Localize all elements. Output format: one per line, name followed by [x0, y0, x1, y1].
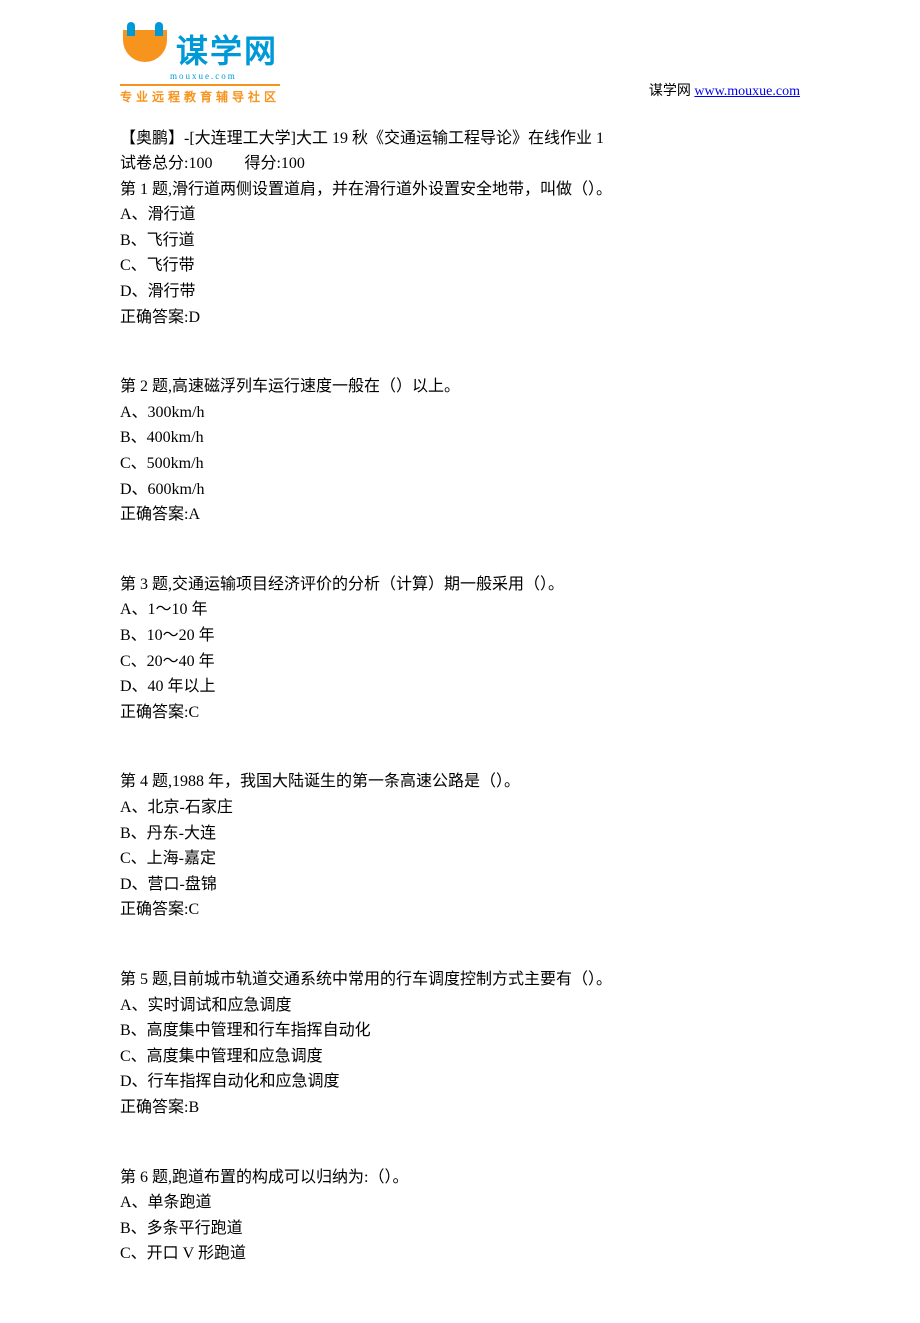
question-answer: 正确答案:B: [120, 1095, 800, 1121]
question-option: B、多条平行跑道: [120, 1216, 800, 1242]
question-stem: 第 6 题,跑道布置的构成可以归纳为:（）。: [120, 1165, 800, 1191]
question-option: C、飞行带: [120, 253, 800, 279]
question-option: D、行车指挥自动化和应急调度: [120, 1069, 800, 1095]
question-block: 第 4 题,1988 年，我国大陆诞生的第一条高速公路是（）。A、北京-石家庄B…: [120, 769, 800, 923]
site-link[interactable]: www.mouxue.com: [694, 84, 800, 99]
logo-top: 谋学网: [120, 30, 278, 72]
site-logo: 谋学网 mouxue.com 专业远程教育辅导社区: [120, 30, 280, 106]
question-option: D、600km/h: [120, 477, 800, 503]
question-option: B、高度集中管理和行车指挥自动化: [120, 1018, 800, 1044]
question-block: 第 1 题,滑行道两侧设置道肩，并在滑行道外设置安全地带，叫做（）。A、滑行道B…: [120, 177, 800, 331]
question-answer: 正确答案:C: [120, 700, 800, 726]
question-stem: 第 4 题,1988 年，我国大陆诞生的第一条高速公路是（）。: [120, 769, 800, 795]
site-link-label: 谋学网: [649, 84, 695, 99]
question-option: A、单条跑道: [120, 1190, 800, 1216]
book-icon: [120, 30, 170, 72]
question-option: D、营口-盘锦: [120, 872, 800, 898]
question-option: D、40 年以上: [120, 674, 800, 700]
question-option: C、500km/h: [120, 451, 800, 477]
question-stem: 第 2 题,高速磁浮列车运行速度一般在（）以上。: [120, 374, 800, 400]
question-option: A、300km/h: [120, 400, 800, 426]
score-line: 试卷总分:100 得分:100: [120, 151, 800, 177]
question-option: B、飞行道: [120, 228, 800, 254]
document-content: 【奥鹏】-[大连理工大学]大工 19 秋《交通运输工程导论》在线作业 1 试卷总…: [120, 126, 800, 1267]
question-option: C、开口 V 形跑道: [120, 1241, 800, 1267]
question-option: A、滑行道: [120, 202, 800, 228]
question-option: C、上海-嘉定: [120, 846, 800, 872]
logo-english-text: mouxue.com: [170, 70, 237, 84]
page-header: 谋学网 mouxue.com 专业远程教育辅导社区 谋学网 www.mouxue…: [120, 30, 800, 106]
question-option: B、10～20 年: [120, 623, 800, 649]
question-block: 第 6 题,跑道布置的构成可以归纳为:（）。A、单条跑道B、多条平行跑道C、开口…: [120, 1165, 800, 1267]
question-option: B、400km/h: [120, 425, 800, 451]
question-answer: 正确答案:D: [120, 305, 800, 331]
question-option: A、1～10 年: [120, 597, 800, 623]
question-stem: 第 3 题,交通运输项目经济评价的分析（计算）期一般采用（）。: [120, 572, 800, 598]
exam-title: 【奥鹏】-[大连理工大学]大工 19 秋《交通运输工程导论》在线作业 1: [120, 126, 800, 152]
question-answer: 正确答案:A: [120, 502, 800, 528]
logo-tagline: 专业远程教育辅导社区: [120, 84, 280, 106]
question-option: A、实时调试和应急调度: [120, 993, 800, 1019]
site-link-wrap: 谋学网 www.mouxue.com: [649, 81, 800, 106]
logo-chinese-text: 谋学网: [176, 35, 278, 67]
question-option: B、丹东-大连: [120, 821, 800, 847]
question-option: C、20～40 年: [120, 649, 800, 675]
question-stem: 第 1 题,滑行道两侧设置道肩，并在滑行道外设置安全地带，叫做（）。: [120, 177, 800, 203]
question-option: C、高度集中管理和应急调度: [120, 1044, 800, 1070]
question-answer: 正确答案:C: [120, 897, 800, 923]
question-block: 第 5 题,目前城市轨道交通系统中常用的行车调度控制方式主要有（）。A、实时调试…: [120, 967, 800, 1121]
question-block: 第 3 题,交通运输项目经济评价的分析（计算）期一般采用（）。A、1～10 年B…: [120, 572, 800, 726]
question-option: A、北京-石家庄: [120, 795, 800, 821]
question-option: D、滑行带: [120, 279, 800, 305]
question-stem: 第 5 题,目前城市轨道交通系统中常用的行车调度控制方式主要有（）。: [120, 967, 800, 993]
question-block: 第 2 题,高速磁浮列车运行速度一般在（）以上。A、300km/hB、400km…: [120, 374, 800, 528]
